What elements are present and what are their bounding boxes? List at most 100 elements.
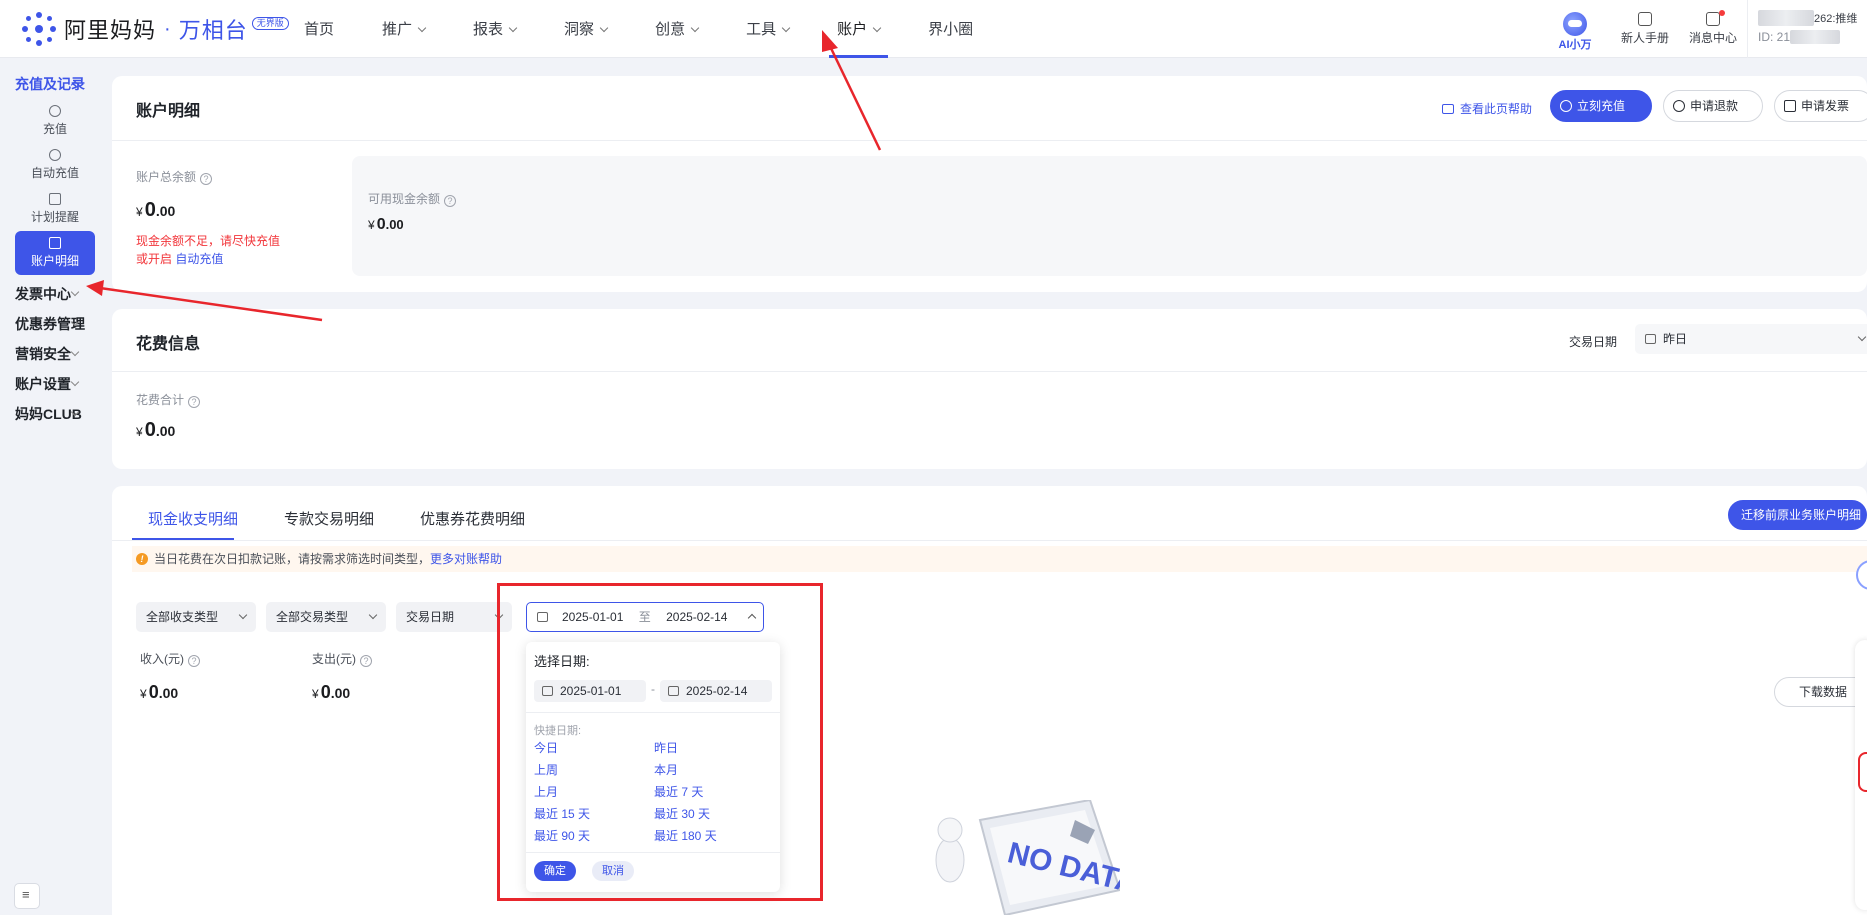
trade-date-select[interactable]: 昨日: [1635, 324, 1867, 354]
sidebar-group-invoice[interactable]: 发票中心: [0, 279, 94, 309]
sidebar-group-club[interactable]: 妈妈CLUB: [0, 399, 94, 429]
trade-date-value: 昨日: [1663, 332, 1688, 346]
apply-refund-label: 申请退款: [1690, 99, 1739, 113]
tab-special-details[interactable]: 专款交易明细: [284, 508, 374, 529]
expense-value: ¥0.00: [312, 682, 351, 702]
chevron-down-icon: [70, 347, 80, 357]
sidebar-item-label: 自动充值: [30, 166, 79, 180]
chevron-down-icon: [368, 610, 378, 620]
balance-warning-prefix: 或开启: [136, 252, 173, 266]
sidebar-item-recharge[interactable]: 充值: [15, 99, 95, 143]
total-balance-block: 账户总余额? ¥0.00 现金余额不足，请尽快充值 或开启 自动充值: [136, 168, 280, 268]
expense-label: 支出(元): [312, 652, 356, 666]
sidebar-group-security[interactable]: 营销安全: [0, 339, 94, 369]
brand-dot: ·: [164, 17, 171, 40]
recharge-now-button[interactable]: 立刻充值: [1550, 90, 1652, 122]
nav-tools[interactable]: 工具: [732, 0, 803, 58]
nav-creative[interactable]: 创意: [641, 0, 712, 58]
chevron-down-icon: [690, 23, 700, 33]
brand-name: 阿里妈妈: [64, 18, 157, 43]
filter-date-type-value: 交易日期: [406, 610, 455, 624]
sidebar-group-label: 发票中心: [15, 286, 71, 302]
brand-logo[interactable]: 阿里妈妈 · 万相台 无界版: [22, 12, 289, 46]
guide-label: 新人手册: [1620, 31, 1669, 45]
chevron-down-icon: [70, 287, 80, 297]
sidebar-group-settings[interactable]: 账户设置: [0, 369, 94, 399]
sidebar-group-recharge[interactable]: 充值及记录: [0, 69, 94, 99]
message-center-button[interactable]: 消息中心: [1679, 0, 1747, 46]
tab-coupon-details[interactable]: 优惠券花费明细: [420, 508, 525, 529]
recharge-icon: [49, 105, 61, 117]
brand-product: 万相台: [178, 18, 248, 43]
cash-balance-panel: 可用现金余额? ¥0.00: [352, 156, 1867, 276]
nav-promotion[interactable]: 推广: [368, 0, 439, 58]
cash-balance-label: 可用现金余额: [368, 192, 441, 206]
plan-reminder-icon: [49, 193, 61, 205]
nav-reports[interactable]: 报表: [459, 0, 530, 58]
sidebar-group-coupon[interactable]: 优惠券管理: [0, 309, 94, 339]
sidebar-collapse-button[interactable]: [14, 883, 40, 909]
help-icon[interactable]: ?: [360, 655, 372, 667]
top-navbar: 阿里妈妈 · 万相台 无界版 首页 推广 报表 洞察 创意 工具 账户 界小圈 …: [0, 0, 1867, 58]
document-icon: [1638, 12, 1652, 26]
auto-recharge-link[interactable]: 自动充值: [175, 252, 223, 266]
unread-dot: [1719, 10, 1725, 16]
sidebar-group-label: 账户设置: [15, 376, 71, 392]
apply-invoice-button[interactable]: 申请发票: [1774, 90, 1867, 122]
floating-record-icon[interactable]: [1858, 752, 1867, 792]
migrate-account-button[interactable]: 迁移前原业务账户明细: [1728, 500, 1867, 530]
ai-robot-icon: [1563, 12, 1587, 36]
notice-bar: ! 当日花费在次日扣款记账，请按需求筛选时间类型，更多对账帮助: [132, 546, 1867, 572]
alimama-logo-icon: [22, 12, 56, 46]
ai-assistant-button[interactable]: AI小万: [1539, 0, 1611, 52]
download-data-button[interactable]: 下载数据: [1774, 677, 1867, 707]
refund-icon: [1673, 100, 1685, 112]
nav-home[interactable]: 首页: [290, 0, 348, 58]
sidebar-item-label: 账户明细: [30, 254, 79, 268]
newbie-guide-button[interactable]: 新人手册: [1611, 0, 1679, 46]
message-icon: [1706, 12, 1720, 26]
no-data-graphic: NO DATA: [935, 798, 1141, 915]
auto-recharge-icon: [49, 149, 61, 161]
chevron-down-icon: [238, 610, 248, 620]
chevron-down-icon: [1857, 332, 1867, 342]
filter-date-type[interactable]: 交易日期: [396, 602, 512, 632]
help-icon[interactable]: ?: [200, 173, 213, 185]
tab-cash-details[interactable]: 现金收支明细: [148, 508, 238, 529]
sidebar-item-account-detail[interactable]: 账户明细: [15, 231, 95, 275]
help-icon[interactable]: ?: [188, 396, 201, 408]
tabs-divider: [112, 540, 1867, 541]
filter-income-type[interactable]: 全部收支类型: [136, 602, 256, 632]
filter-trade-type[interactable]: 全部交易类型: [266, 602, 386, 632]
page-help-label: 查看此页帮助: [1460, 102, 1533, 116]
graduation-cap-icon: [1442, 104, 1454, 114]
sidebar-item-label: 充值: [42, 122, 67, 136]
account-detail-card: 账户明细 查看此页帮助 立刻充值 申请退款 申请发票 账户总余额? ¥0.00 …: [112, 76, 1867, 292]
sidebar: 充值及记录 充值 自动充值 计划提醒 账户明细 发票中心 优惠券管理 营销安全 …: [0, 59, 95, 915]
nav-jiexiaoquan[interactable]: 界小圈: [914, 0, 987, 58]
balance-warning: 现金余额不足，请尽快充值 或开启 自动充值: [136, 232, 280, 268]
total-balance-value: ¥0.00: [136, 199, 176, 221]
apply-refund-button[interactable]: 申请退款: [1663, 90, 1763, 122]
nav-account[interactable]: 账户: [823, 0, 894, 58]
top-right-tools: AI小万 新人手册 消息中心 xxxxxx262:推维 ID: 21xxxxx: [1539, 0, 1867, 58]
balance-warning-line1: 现金余额不足，请尽快充值: [136, 234, 281, 248]
help-icon[interactable]: ?: [188, 655, 200, 667]
chevron-down-icon: [872, 23, 882, 33]
nav-insights[interactable]: 洞察: [550, 0, 621, 58]
sidebar-item-auto-recharge[interactable]: 自动充值: [15, 143, 95, 187]
annotation-highlight-box: [497, 583, 823, 901]
active-tab-indicator: [132, 538, 234, 540]
help-icon[interactable]: ?: [444, 195, 457, 207]
user-account-menu[interactable]: xxxxxx262:推维 ID: 21xxxxx: [1747, 0, 1867, 58]
no-data-illustration: NO DATA: [910, 798, 1141, 915]
calendar-icon: [1645, 334, 1656, 344]
main-nav: 首页 推广 报表 洞察 创意 工具 账户 界小圈: [290, 0, 987, 58]
total-balance-label: 账户总余额: [136, 170, 197, 184]
message-label: 消息中心: [1688, 31, 1737, 45]
account-card-title: 账户明细: [136, 103, 201, 120]
reconcile-help-link[interactable]: 更多对账帮助: [430, 552, 502, 566]
page-help-link[interactable]: 查看此页帮助: [1442, 100, 1532, 117]
chevron-down-icon: [781, 23, 791, 33]
sidebar-item-plan-reminder[interactable]: 计划提醒: [15, 187, 95, 231]
